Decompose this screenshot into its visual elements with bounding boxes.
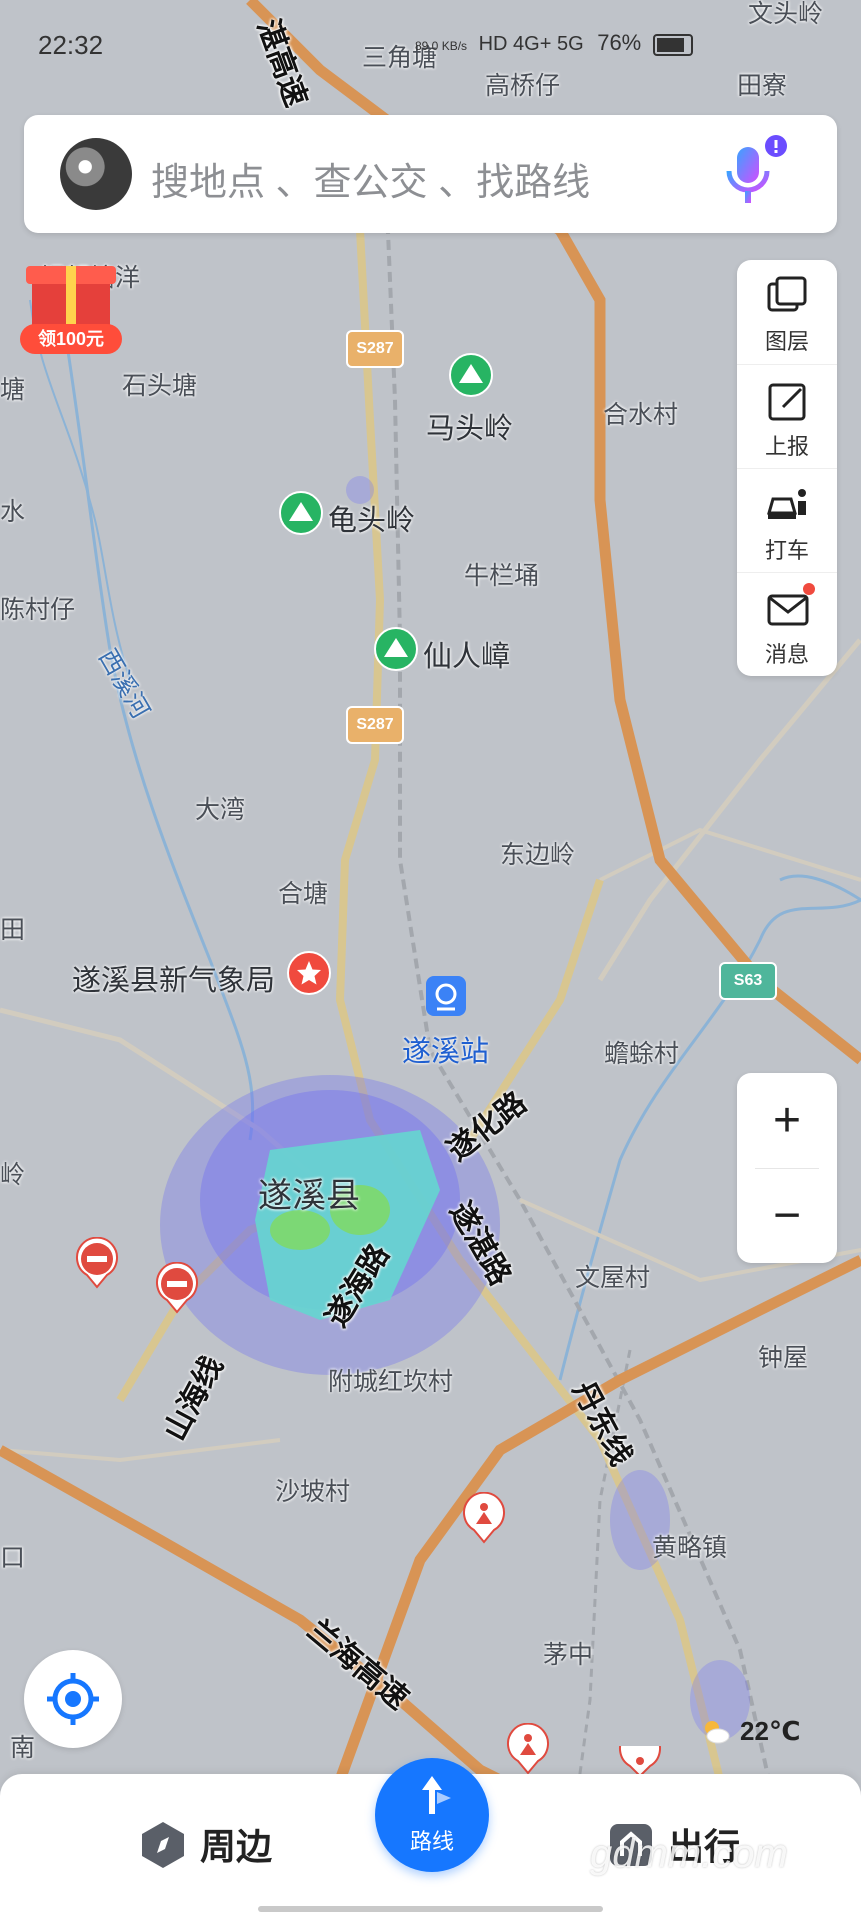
layers-icon <box>767 276 807 312</box>
tool-label: 图层 <box>764 329 809 354</box>
county-label: 遂溪县 <box>258 1177 360 1215</box>
report-edit-icon <box>768 383 806 421</box>
tool-label: 上报 <box>764 434 809 459</box>
place-label: 牛栏埇 <box>464 562 540 590</box>
poi-station-label[interactable]: 遂溪站 <box>402 1028 489 1070</box>
place-label: 合水村 <box>603 401 679 429</box>
no-entry-icon[interactable] <box>75 1236 119 1294</box>
place-label: 大湾 <box>195 796 246 824</box>
place-label: 茅中 <box>543 1641 594 1669</box>
place-label: 合塘 <box>278 880 329 908</box>
zoom-in-button[interactable]: + <box>737 1073 837 1168</box>
signal-icon: HD 4G+ 5G <box>478 33 584 55</box>
place-label: 水 <box>0 498 26 526</box>
promo-gift[interactable]: 领100元 <box>20 258 130 358</box>
train-station-icon[interactable] <box>425 975 467 1022</box>
mountain-poi-guitouling[interactable] <box>278 490 324 541</box>
road-badge: S63 <box>719 962 777 1000</box>
mail-icon <box>767 594 809 626</box>
place-label: 钟屋 <box>758 1344 809 1372</box>
mountain-poi-matouling[interactable] <box>448 352 494 403</box>
place-label: 附城红坎村 <box>328 1368 454 1396</box>
tool-taxi[interactable]: 打车 <box>737 468 837 573</box>
tool-label: 打车 <box>764 538 809 563</box>
search-bar[interactable]: 搜地点 、查公交 、找路线 <box>24 115 837 233</box>
weather-widget[interactable]: 22℃ <box>700 1712 810 1752</box>
place-label: 蟾蜍村 <box>604 1040 680 1068</box>
tool-panel: 图层 上报 打车 消息 <box>737 260 837 676</box>
construction-icon[interactable] <box>506 1722 550 1780</box>
promo-badge: 领100元 <box>20 324 122 354</box>
road-badge: S287 <box>346 706 404 744</box>
place-label: 龟头岭 <box>328 505 416 537</box>
watermark: gdmm.com <box>590 1832 788 1876</box>
avatar[interactable] <box>60 138 132 210</box>
voice-mic-icon[interactable] <box>719 135 789 215</box>
place-label: 塘 <box>0 376 26 404</box>
route-label: 路线 <box>409 1829 454 1854</box>
home-indicator <box>258 1906 603 1912</box>
route-arrow-icon <box>422 1776 451 1814</box>
nav-nearby-label: 周边 <box>200 1826 273 1867</box>
battery-icon <box>652 33 693 56</box>
weather-temp: 22℃ <box>740 1716 801 1746</box>
place-label: 文屋村 <box>575 1264 651 1292</box>
zoom-out-button[interactable]: − <box>737 1168 837 1263</box>
tool-report[interactable]: 上报 <box>737 364 837 469</box>
taxi-icon <box>767 489 806 519</box>
status-time: 22:32 <box>38 30 104 60</box>
place-label: 口 <box>0 1544 26 1572</box>
road-badge: S287 <box>346 330 404 368</box>
place-label: 岭 <box>0 1161 26 1189</box>
mountain-icon <box>374 627 418 671</box>
search-input[interactable]: 搜地点 、查公交 、找路线 <box>151 151 590 206</box>
place-label: 黄略镇 <box>652 1534 728 1562</box>
status-indicators: 89.0 KB/s HD 4G+ 5G 76% <box>415 30 693 56</box>
place-label: 沙坡村 <box>275 1478 351 1506</box>
favorite-star-icon[interactable] <box>286 950 332 1001</box>
place-label: 东边岭 <box>500 841 576 869</box>
locate-target-icon <box>47 1673 99 1725</box>
partly-cloudy-icon <box>705 1721 730 1744</box>
status-bar: 22:32 89.0 KB/s HD 4G+ 5G 76% <box>0 0 861 90</box>
unread-dot <box>803 583 815 595</box>
tool-label: 消息 <box>764 642 809 667</box>
tool-messages[interactable]: 消息 <box>737 572 837 677</box>
net-speed: 89.0 KB/s <box>415 39 468 53</box>
mountain-poi-xianrenzhang[interactable] <box>373 626 419 677</box>
locate-button[interactable] <box>24 1650 122 1748</box>
place-label: 仙人嶂 <box>423 641 511 673</box>
compass-icon <box>142 1822 184 1868</box>
zoom-control: + − <box>737 1073 837 1263</box>
place-label: 田 <box>0 916 26 944</box>
mountain-icon <box>449 353 493 397</box>
no-entry-icon[interactable] <box>155 1261 199 1319</box>
place-label: 马头岭 <box>426 413 514 445</box>
construction-icon[interactable] <box>462 1491 506 1549</box>
tool-layers[interactable]: 图层 <box>737 260 837 364</box>
route-button[interactable]: 路线 <box>375 1758 489 1872</box>
place-label: 陈村仔 <box>0 596 76 624</box>
place-label: 石头塘 <box>122 372 198 400</box>
mountain-icon <box>279 491 323 535</box>
poi-weather-bureau-label[interactable]: 遂溪县新气象局 <box>72 957 275 999</box>
battery-percent: 76% <box>597 30 642 55</box>
